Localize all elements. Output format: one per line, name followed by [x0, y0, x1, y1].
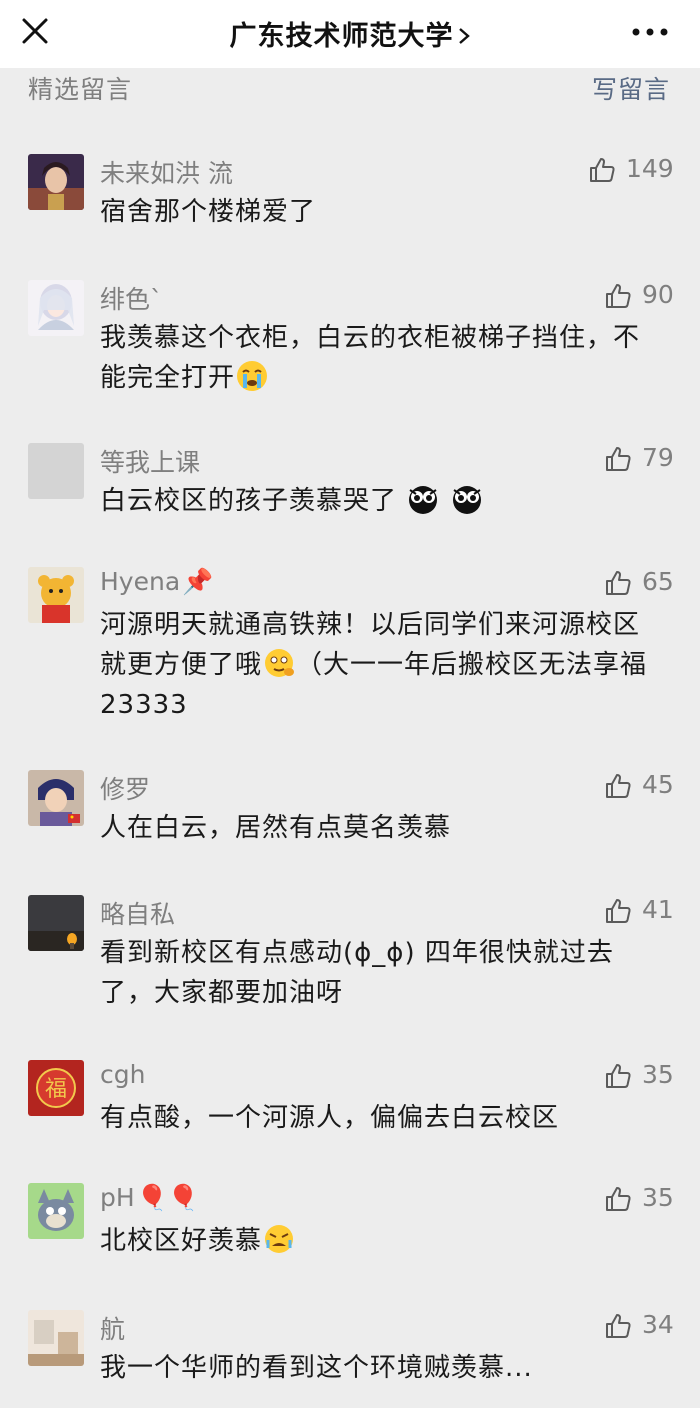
like-button[interactable]: 41: [604, 895, 674, 927]
like-count: 35: [642, 1060, 674, 1089]
avatar[interactable]: 福: [28, 1060, 84, 1116]
comment-text-body: 我一个华师的看到这个环境贼羡慕...: [100, 1353, 533, 1383]
comment-text-body: 北校区好羡慕: [100, 1226, 263, 1256]
comment-text: 河源明天就通高铁辣！以后同学们来河源校区就更方便了哦 （大一一年后搬校区无法享福2…: [100, 605, 660, 725]
like-count: 90: [642, 280, 674, 309]
avatar[interactable]: [28, 567, 84, 623]
section-header: 精选留言 写留言: [28, 70, 670, 106]
sob-face-emoji-icon: [265, 1225, 294, 1253]
like-count: 34: [642, 1310, 674, 1339]
comment-text: 我羡慕这个衣柜，白云的衣柜被梯子挡住，不能完全打开: [100, 318, 660, 398]
thumbs-up-icon: [606, 1064, 631, 1088]
avatar[interactable]: [28, 770, 84, 826]
crying-face-emoji-icon: [237, 361, 268, 391]
comment-nickname: cgh: [100, 1060, 146, 1089]
like-button[interactable]: 35: [604, 1183, 674, 1215]
like-button[interactable]: 45: [604, 770, 674, 802]
thumbs-up-icon: [590, 158, 615, 182]
thumbs-up-icon: [606, 571, 631, 595]
comment-text: 宿舍那个楼梯爱了: [100, 192, 660, 232]
comment-nickname: 航: [100, 1315, 126, 1344]
like-count: 79: [642, 443, 674, 472]
like-count: 35: [642, 1183, 674, 1212]
avatar[interactable]: [28, 1183, 84, 1239]
like-button[interactable]: 65: [604, 567, 674, 599]
like-count: 45: [642, 770, 674, 799]
comment-text-body: 人在白云，居然有点莫名羡慕: [100, 813, 452, 843]
like-button[interactable]: 79: [604, 443, 674, 475]
thumbs-up-icon: [606, 899, 631, 923]
like-count: 65: [642, 567, 674, 596]
thumbs-up-icon: [606, 447, 631, 471]
nickname-text: Hyena: [100, 567, 181, 596]
comment-text: 人在白云，居然有点莫名羡慕: [100, 808, 660, 848]
comment-text: 看到新校区有点感动(ɸ_ɸ) 四年很快就过去了，大家都要加油呀: [100, 933, 660, 1013]
thumbs-up-icon: [606, 774, 631, 798]
avatar[interactable]: [28, 443, 84, 499]
comment-text: 我一个华师的看到这个环境贼羡慕...: [100, 1348, 660, 1388]
thinking-face-emoji-icon: [265, 649, 295, 677]
like-button[interactable]: 34: [604, 1310, 674, 1342]
avatar[interactable]: [28, 280, 84, 336]
thumbs-up-icon: [606, 1314, 631, 1338]
comment-text-body: 有点酸，一个河源人，偏偏去白云校区: [100, 1103, 560, 1133]
like-count: 41: [642, 895, 674, 924]
comment-text: 白云校区的孩子羡慕哭了: [100, 481, 660, 521]
comment-text: 北校区好羡慕: [100, 1221, 660, 1261]
comment-text-body: 白云校区的孩子羡慕哭了: [100, 486, 398, 516]
comment-nickname: 未来如洪 流: [100, 159, 233, 188]
envious-face-emoji-icon: [452, 486, 481, 514]
like-button[interactable]: 90: [604, 280, 674, 312]
more-dots-icon[interactable]: [632, 28, 668, 36]
comment-nickname: 修罗: [100, 775, 151, 804]
thumbs-up-icon: [606, 284, 631, 308]
featured-comments-label: 精选留言: [28, 75, 133, 104]
balloon-emoji-icon: 🎈🎈: [136, 1183, 199, 1212]
comment-nickname: 等我上课: [100, 448, 201, 477]
avatar[interactable]: [28, 1310, 84, 1366]
comment-text-body: 看到新校区有点感动(ɸ_ɸ) 四年很快就过去了，大家都要加油呀: [100, 938, 614, 1008]
comment-text-body: 我羡慕这个衣柜，白云的衣柜被梯子挡住，不能完全打开: [100, 323, 641, 393]
top-bar: 广东技术师范大学: [0, 0, 700, 68]
chevron-right-icon: [458, 28, 470, 44]
svg-text:福: 福: [45, 1077, 67, 1102]
comment-nickname: 略自私: [100, 900, 176, 929]
pushpin-emoji-icon: 📌: [182, 567, 214, 596]
write-comment-button[interactable]: 写留言: [592, 70, 670, 106]
envious-face-emoji-icon: [409, 486, 438, 514]
comment-nickname: Hyena📌: [100, 567, 213, 597]
comment-nickname: pH🎈🎈: [100, 1183, 199, 1213]
like-count: 149: [626, 154, 674, 183]
avatar[interactable]: [28, 154, 84, 210]
comment-text: 有点酸，一个河源人，偏偏去白云校区: [100, 1098, 660, 1138]
nickname-text: pH: [100, 1183, 135, 1212]
like-button[interactable]: 35: [604, 1060, 674, 1092]
like-button[interactable]: 149: [588, 154, 674, 186]
page-title-text: 广东技术师范大学: [229, 21, 454, 52]
page-title[interactable]: 广东技术师范大学: [0, 14, 700, 53]
comment-nickname: 绯色`: [100, 285, 163, 314]
avatar[interactable]: [28, 895, 84, 951]
thumbs-up-icon: [606, 1187, 631, 1211]
comment-text-body: 宿舍那个楼梯爱了: [100, 197, 317, 227]
